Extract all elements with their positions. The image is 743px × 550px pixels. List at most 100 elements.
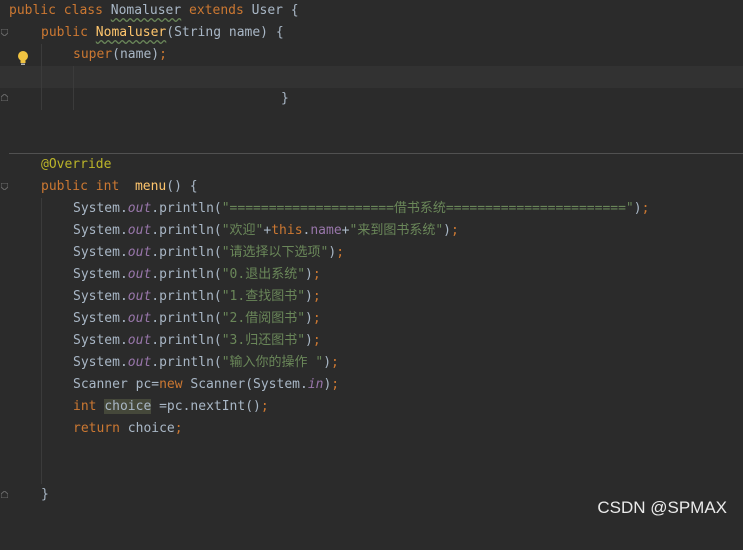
- keyword: return: [73, 421, 120, 436]
- code-line: System.out.println("输入你的操作 ");: [0, 352, 743, 374]
- semicolon: ;: [260, 399, 269, 414]
- static-field: out: [127, 311, 152, 326]
- token: System.: [73, 289, 128, 304]
- semicolon: ;: [159, 47, 167, 62]
- code-line: super(name);: [0, 44, 743, 66]
- token: ): [323, 355, 332, 370]
- keyword: public: [41, 179, 88, 194]
- code-line: System.out.println("0.退出系统");: [0, 264, 743, 286]
- token: .println(: [151, 355, 222, 370]
- code-line: int choice =pc.nextInt();: [0, 396, 743, 418]
- code-line: public Nomaluser(String name) {: [0, 22, 743, 44]
- token: ): [305, 289, 313, 304]
- code-editor[interactable]: public class Nomaluser extends User { pu…: [0, 0, 743, 526]
- semicolon: ;: [312, 267, 321, 282]
- code-line: public int menu() {: [0, 176, 743, 198]
- token: ): [633, 201, 642, 216]
- token: System.: [73, 355, 128, 370]
- class-name: Nomaluser: [110, 3, 182, 18]
- token: ): [305, 311, 313, 326]
- semicolon: ;: [641, 201, 650, 216]
- semicolon: ;: [312, 311, 321, 326]
- token: System.: [73, 223, 128, 238]
- semicolon: ;: [312, 333, 321, 348]
- keyword: public: [41, 25, 88, 40]
- current-line-highlight: [0, 66, 743, 88]
- semicolon: ;: [331, 355, 339, 370]
- code-line: System.out.println("3.归还图书");: [0, 330, 743, 352]
- token: .println(: [151, 245, 222, 260]
- keyword: int: [73, 399, 97, 414]
- token: .println(: [151, 311, 222, 326]
- semicolon: ;: [336, 245, 345, 260]
- string-literal: "1.查找图书": [221, 289, 306, 304]
- semicolon: ;: [331, 377, 340, 392]
- token: Scanner pc=: [73, 377, 160, 392]
- annotation: @Override: [41, 157, 112, 172]
- static-field: out: [127, 223, 152, 238]
- watermark: CSDN @SPMAX: [597, 498, 727, 517]
- token: +: [341, 223, 350, 238]
- string-literal: "2.借阅图书": [221, 311, 306, 326]
- token: ): [443, 223, 451, 238]
- code-line: }: [0, 88, 743, 110]
- string-literal: "输入你的操作 ": [221, 355, 324, 370]
- static-field: out: [127, 355, 152, 370]
- method-name: menu: [134, 179, 167, 194]
- keyword: this: [271, 223, 303, 238]
- keyword: int: [95, 179, 120, 194]
- static-field: in: [307, 377, 324, 392]
- token: System.: [73, 245, 128, 260]
- token: System.: [73, 267, 128, 282]
- code-line: @Override: [0, 154, 743, 176]
- keyword: super: [73, 47, 113, 62]
- brace: {: [282, 3, 299, 18]
- semicolon: ;: [174, 421, 183, 436]
- semicolon: ;: [450, 223, 459, 238]
- params: (String name) {: [166, 25, 284, 40]
- constructor-name: Nomaluser: [95, 25, 167, 40]
- token: .println(: [151, 201, 222, 216]
- token: .println(: [151, 223, 222, 238]
- token: System.: [73, 201, 128, 216]
- token: =pc.nextInt(): [151, 399, 261, 414]
- code-line: System.out.println("1.查找图书");: [0, 286, 743, 308]
- variable-highlighted: choice: [104, 399, 152, 414]
- token: System.: [73, 333, 128, 348]
- parent-class: User: [251, 3, 283, 18]
- static-field: out: [127, 201, 152, 216]
- semicolon: ;: [312, 289, 321, 304]
- static-field: out: [127, 245, 152, 260]
- code-line: System.out.println("请选择以下选项");: [0, 242, 743, 264]
- args: (name): [112, 47, 160, 62]
- params: () {: [166, 179, 198, 194]
- keyword: extends: [189, 3, 244, 18]
- brace: }: [281, 91, 289, 106]
- keyword: new: [159, 377, 183, 392]
- string-literal: "欢迎": [221, 223, 264, 238]
- token: choice: [119, 421, 175, 436]
- field: name: [310, 223, 342, 238]
- keyword: public: [9, 3, 56, 18]
- token: .println(: [151, 267, 222, 282]
- brace: }: [41, 487, 49, 502]
- code-line: return choice;: [0, 418, 743, 440]
- string-literal: "3.归还图书": [221, 333, 306, 348]
- string-literal: "=====================借书系统==============…: [221, 201, 634, 216]
- token: ): [305, 333, 313, 348]
- code-line: Scanner pc=new Scanner(System.in);: [0, 374, 743, 396]
- token: Scanner(System.: [182, 377, 308, 392]
- token: .println(: [151, 289, 222, 304]
- code-line: System.out.println("====================…: [0, 198, 743, 220]
- code-line: System.out.println("欢迎"+this.name+"来到图书系…: [0, 220, 743, 242]
- code-line: public class Nomaluser extends User {: [0, 0, 743, 22]
- static-field: out: [127, 267, 152, 282]
- token: ): [305, 267, 313, 282]
- token: .println(: [151, 333, 222, 348]
- keyword: class: [63, 3, 103, 18]
- string-literal: "请选择以下选项": [221, 245, 329, 260]
- static-field: out: [127, 333, 152, 348]
- string-literal: "来到图书系统": [349, 223, 444, 238]
- code-line: System.out.println("2.借阅图书");: [0, 308, 743, 330]
- token: System.: [73, 311, 128, 326]
